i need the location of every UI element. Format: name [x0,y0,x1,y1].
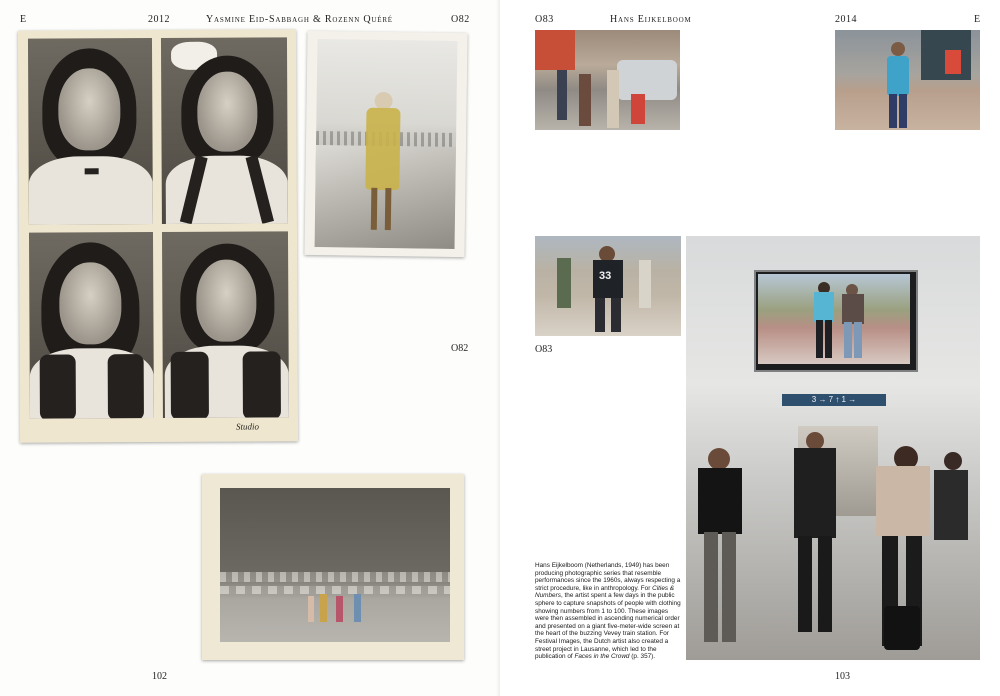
header-year: 2012 [148,14,170,25]
beach-snapshot-card [202,474,464,660]
header-year-right: 2014 [835,14,857,25]
artist-caption: Hans Eijkelboom (Netherlands, 1949) has … [535,562,683,661]
snapshot-woman-photo [314,39,458,249]
caption-part-3: (p. 357). [629,653,656,661]
jersey-number: 33 [599,270,612,282]
caption-part-2: , the artist spent a few days in the pub… [535,592,681,661]
street-photo-top-left [535,30,680,130]
header-artists: Yasmine Eid-Sabbagh & Rozenn Quéré [206,14,393,25]
train-station-photo: 3 → 7 ↑ 1 → [686,236,980,660]
studio-stamp: Studio [235,421,260,432]
plate-number-mid: O82 [451,343,469,354]
page-number-right: 103 [835,671,850,682]
snapshot-woman-card [304,30,468,258]
beach-photo [220,488,450,642]
screen-content [758,274,910,364]
plate-number-right-mid: O83 [535,344,553,355]
portrait-bottom-right [161,231,289,418]
section-letter-right: E [974,14,981,25]
section-letter: E [20,14,27,25]
photobooth-card: Studio [17,29,299,443]
header-plate-number: O82 [451,14,470,25]
portrait-bottom-left [28,232,154,419]
left-page: E 2012 Yasmine Eid-Sabbagh & Rozenn Quér… [0,0,500,696]
portrait-top-right [160,37,288,224]
page-number-left: 102 [152,671,167,682]
street-photo-mid-left: 33 [535,236,681,336]
station-sign: 3 → 7 ↑ 1 → [782,394,886,406]
portrait-top-left [27,38,153,225]
street-photo-top-right [835,30,980,130]
header-artist-right: Hans Eijkelboom [610,14,692,25]
header-plate-number-right: O83 [535,14,554,25]
caption-italic-2: Faces in the Crowd [574,653,630,661]
